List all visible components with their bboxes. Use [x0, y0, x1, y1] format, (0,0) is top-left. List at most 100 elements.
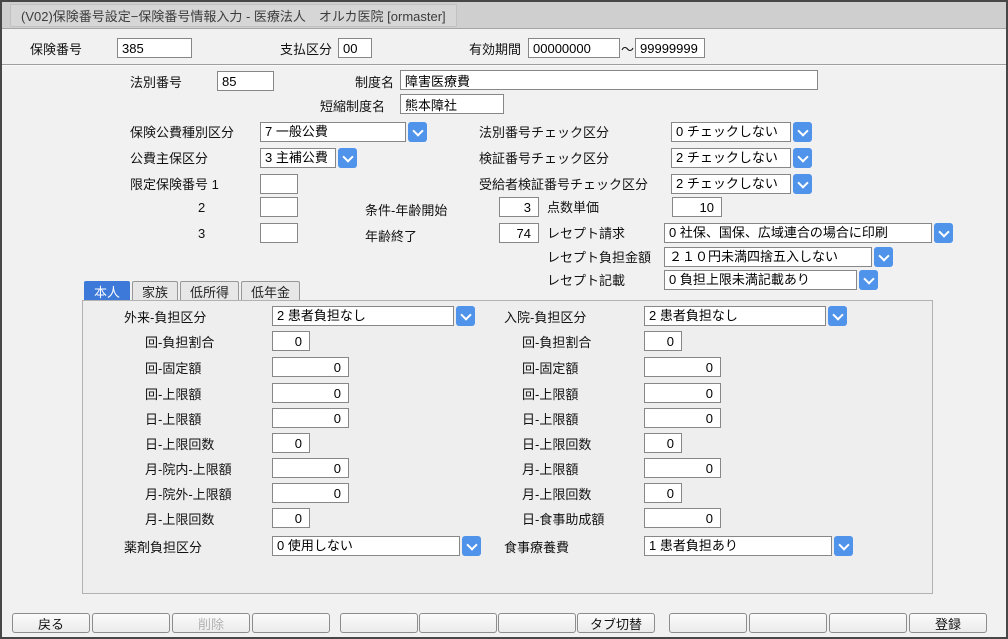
tab-low-income[interactable]: 低所得 [180, 281, 239, 301]
valid-period-from-input[interactable] [528, 38, 620, 58]
inpatient-per-time-fixed-amount-input[interactable] [644, 357, 721, 377]
limited-insurance-number-1-input[interactable] [260, 174, 298, 194]
limited-insurance-number-2-label: 2 [198, 200, 205, 215]
title-bar: (V02)保険番号設定−保険番号情報入力 - 医療法人 オルカ医院 [ormas… [2, 2, 1006, 29]
verification-number-check-select[interactable]: 2 チェックしない [671, 148, 812, 168]
law-number-check-select[interactable]: 0 チェックしない [671, 122, 812, 142]
outpatient-drug-burden-category-label: 薬剤負担区分 [124, 540, 202, 555]
outpatient-monthly-out-hospital-max-label: 月-院外-上限額 [145, 487, 232, 502]
function-button-5[interactable] [340, 613, 418, 633]
inpatient-daily-max-amount-input[interactable] [644, 408, 721, 428]
chevron-down-icon[interactable] [793, 148, 812, 168]
limited-insurance-number-1-label: 限定保険番号 1 [130, 177, 219, 192]
chevron-down-icon[interactable] [934, 223, 953, 243]
chevron-down-icon[interactable] [408, 122, 427, 142]
outpatient-daily-max-amount-input[interactable] [272, 408, 349, 428]
function-button-9[interactable] [669, 613, 747, 633]
chevron-down-icon[interactable] [874, 247, 893, 267]
age-end-label: 年齢終了 [365, 229, 417, 244]
condition-age-start-label: 条件-年齢開始 [365, 203, 447, 218]
window-title: (V02)保険番号設定−保険番号情報入力 - 医療法人 オルカ医院 [ormas… [10, 4, 457, 27]
tab-low-pension[interactable]: 低年金 [241, 281, 300, 301]
outpatient-burden-category-value: 2 患者負担なし [272, 306, 454, 326]
outpatient-drug-burden-category-value: 0 使用しない [272, 536, 460, 556]
back-button[interactable]: 戻る [12, 613, 90, 633]
limited-insurance-number-3-input[interactable] [260, 223, 298, 243]
outpatient-per-time-fixed-amount-input[interactable] [272, 357, 349, 377]
valid-period-to-input[interactable] [635, 38, 705, 58]
payment-category-input[interactable] [338, 38, 372, 58]
inpatient-per-time-fixed-amount-label: 回-固定額 [522, 361, 578, 376]
tab-self[interactable]: 本人 [84, 281, 130, 301]
law-number-check-value: 0 チェックしない [671, 122, 791, 142]
law-number-label: 法別番号 [130, 75, 182, 90]
outpatient-daily-max-count-input[interactable] [272, 433, 310, 453]
outpatient-per-time-fixed-amount-label: 回-固定額 [145, 361, 201, 376]
point-unit-price-input[interactable] [672, 197, 722, 217]
inpatient-monthly-max-amount-input[interactable] [644, 458, 721, 478]
insurance-public-type-select[interactable]: 7 一般公費 [260, 122, 427, 142]
chevron-down-icon[interactable] [828, 306, 847, 326]
insurance-public-type-value: 7 一般公費 [260, 122, 406, 142]
chevron-down-icon[interactable] [456, 306, 475, 326]
condition-age-start-input[interactable] [499, 197, 539, 217]
tab-switch-button[interactable]: タブ切替 [577, 613, 655, 633]
receipt-burden-amount-select[interactable]: ２１０円未満四捨五入しない [664, 247, 893, 267]
function-button-10[interactable] [749, 613, 827, 633]
chevron-down-icon[interactable] [834, 536, 853, 556]
function-button-6[interactable] [419, 613, 497, 633]
insurance-number-label: 保険番号 [30, 42, 82, 57]
inpatient-monthly-max-count-input[interactable] [644, 483, 682, 503]
insurance-number-input[interactable] [117, 38, 192, 58]
window: (V02)保険番号設定−保険番号情報入力 - 医療法人 オルカ医院 [ormas… [0, 0, 1008, 639]
public-main-insurance-select[interactable]: 3 主補公費 [260, 148, 357, 168]
inpatient-daily-max-amount-label: 日-上限額 [522, 412, 578, 427]
function-button-4[interactable] [252, 613, 330, 633]
outpatient-per-time-burden-rate-input[interactable] [272, 331, 310, 351]
outpatient-burden-category-select[interactable]: 2 患者負担なし [272, 306, 475, 326]
receipt-burden-amount-label: レセプト負担金額 [547, 250, 651, 265]
law-number-input[interactable] [217, 71, 274, 91]
receipt-entry-select[interactable]: 0 負担上限未満記載あり [664, 270, 878, 290]
short-system-name-input[interactable] [400, 94, 504, 114]
inpatient-burden-category-value: 2 患者負担なし [644, 306, 826, 326]
function-button-2[interactable] [92, 613, 170, 633]
limited-insurance-number-3-label: 3 [198, 226, 205, 241]
age-end-input[interactable] [499, 223, 539, 243]
recipient-verification-check-select[interactable]: 2 チェックしない [671, 174, 812, 194]
outpatient-per-time-max-amount-input[interactable] [272, 383, 349, 403]
inpatient-burden-category-label: 入院-負担区分 [504, 310, 586, 325]
chevron-down-icon[interactable] [859, 270, 878, 290]
register-button[interactable]: 登録 [909, 613, 987, 633]
receipt-entry-value: 0 負担上限未満記載あり [664, 270, 857, 290]
outpatient-monthly-out-hospital-max-input[interactable] [272, 483, 349, 503]
recipient-verification-check-label: 受給者検証番号チェック区分 [479, 177, 648, 192]
inpatient-daily-max-count-input[interactable] [644, 433, 682, 453]
inpatient-per-time-max-amount-input[interactable] [644, 383, 721, 403]
function-button-11[interactable] [829, 613, 907, 633]
chevron-down-icon[interactable] [338, 148, 357, 168]
chevron-down-icon[interactable] [793, 122, 812, 142]
delete-button[interactable]: 削除 [172, 613, 250, 633]
chevron-down-icon[interactable] [462, 536, 481, 556]
function-button-7[interactable] [498, 613, 576, 633]
chevron-down-icon[interactable] [793, 174, 812, 194]
outpatient-daily-max-count-label: 日-上限回数 [145, 437, 214, 452]
outpatient-monthly-max-count-label: 月-上限回数 [145, 512, 214, 527]
inpatient-burden-category-select[interactable]: 2 患者負担なし [644, 306, 847, 326]
receipt-claim-select[interactable]: 0 社保、国保、広域連合の場合に印刷 [664, 223, 953, 243]
header-separator [2, 64, 1006, 66]
system-name-input[interactable] [400, 70, 818, 90]
inpatient-daily-meal-subsidy-input[interactable] [644, 508, 721, 528]
payment-category-label: 支払区分 [280, 42, 332, 57]
limited-insurance-number-2-input[interactable] [260, 197, 298, 217]
inpatient-per-time-max-amount-label: 回-上限額 [522, 387, 578, 402]
inpatient-per-time-burden-rate-input[interactable] [644, 331, 682, 351]
outpatient-monthly-max-count-input[interactable] [272, 508, 310, 528]
tab-family[interactable]: 家族 [132, 281, 178, 301]
outpatient-drug-burden-category-select[interactable]: 0 使用しない [272, 536, 481, 556]
public-main-insurance-label: 公費主保区分 [130, 151, 208, 166]
inpatient-meal-treatment-cost-select[interactable]: 1 患者負担あり [644, 536, 853, 556]
outpatient-monthly-in-hospital-max-input[interactable] [272, 458, 349, 478]
short-system-name-label: 短縮制度名 [320, 99, 385, 114]
